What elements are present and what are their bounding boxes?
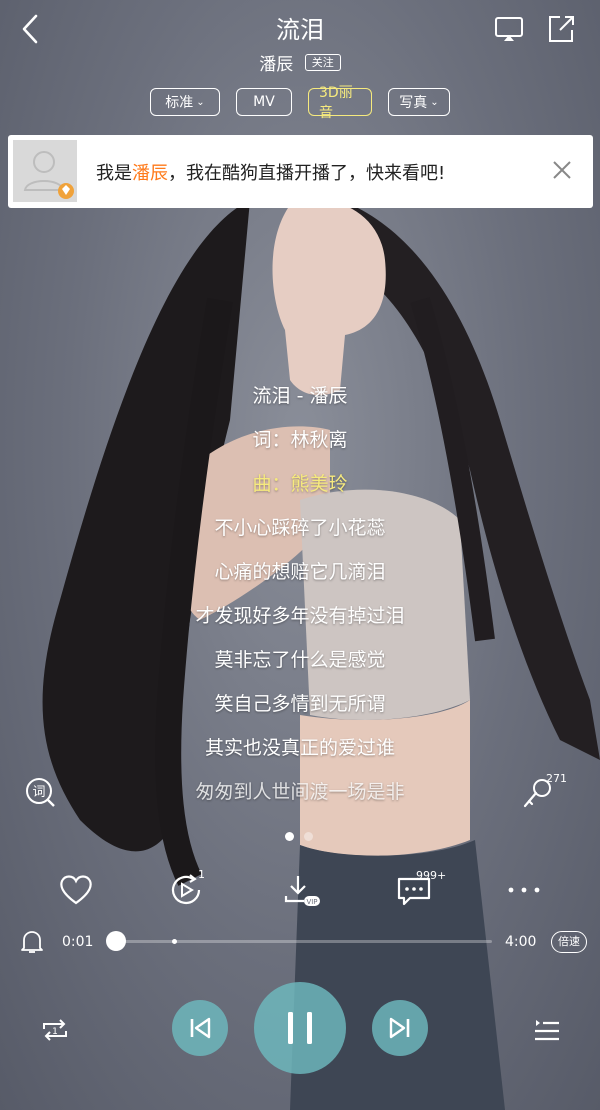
heart-icon (60, 875, 92, 905)
chevron-down-icon: ⌄ (430, 96, 439, 108)
banner-prefix: 我是 (96, 163, 132, 184)
quality-chips: 标准 ⌄ MV 3D丽音 写真 ⌄ (0, 85, 600, 121)
pause-button[interactable] (254, 982, 346, 1074)
3d-audio-chip[interactable]: 3D丽音 (308, 85, 372, 121)
lyric-line-active: 曲：熊美玲 (252, 473, 348, 495)
total-time: 4:00 (505, 934, 537, 950)
lyrics-glyph: 词 (32, 785, 45, 800)
chip-label: 标准 (165, 95, 194, 111)
chip-label: 写真 (399, 95, 428, 111)
lyric-line: 词：林秋离 (252, 429, 348, 451)
banner-message: 我是潘辰，我在酷狗直播开播了，快来看吧! (96, 159, 445, 185)
banner-close-button[interactable] (551, 159, 573, 181)
lyric-line: 流泪 - 潘辰 (252, 385, 348, 407)
default-user-icon (23, 151, 74, 199)
bell-icon (21, 931, 43, 953)
quality-standard-chip[interactable]: 标准 ⌄ (150, 88, 220, 116)
pause-icon (288, 1012, 312, 1044)
page-dot (304, 832, 313, 841)
playlist-button[interactable] (530, 1015, 564, 1045)
page-dot-active (285, 832, 294, 841)
chip-label: MV (253, 94, 275, 110)
download-vip-icon: VIP (284, 876, 320, 906)
photo-chip[interactable]: 写真 ⌄ (388, 88, 450, 116)
screen-cast-button[interactable] (494, 14, 524, 44)
mv-chip[interactable]: MV (236, 88, 292, 116)
lyric-line: 才发现好多年没有掉过泪 (195, 605, 405, 627)
previous-button[interactable] (172, 1000, 228, 1056)
current-time: 0:01 (62, 934, 94, 950)
video-count: 1 (198, 868, 205, 881)
close-icon (553, 161, 571, 179)
repeat-one-icon: 1 (43, 1019, 67, 1041)
lyric-line: 不小心踩碎了小花蕊 (214, 517, 386, 539)
page-indicator (280, 826, 318, 845)
artist-name[interactable]: 潘辰 (259, 55, 293, 75)
sleep-timer-button[interactable] (20, 929, 44, 955)
screen-cast-icon (495, 17, 523, 41)
share-external-icon (549, 16, 574, 42)
next-icon (389, 1017, 410, 1039)
share-button[interactable] (546, 14, 576, 44)
lyric-line: 笑自己多情到无所谓 (214, 693, 386, 715)
lyrics-search-icon: 词 (26, 778, 55, 807)
repeat-glyph: 1 (52, 1027, 58, 1037)
more-dots-icon (508, 887, 540, 893)
live-notification-banner[interactable]: 我是潘辰，我在酷狗直播开播了，快来看吧! (8, 135, 593, 208)
sing-count: 271 (546, 772, 567, 785)
banner-artist-highlight: 潘辰 (132, 163, 168, 184)
vip-tag: VIP (306, 898, 317, 906)
lyric-line: 匆匆到人世间渡一场是非 (195, 781, 405, 803)
playlist-icon (535, 1020, 559, 1041)
lyric-line: 心痛的想赔它几滴泪 (214, 561, 386, 583)
more-button[interactable] (504, 870, 544, 910)
next-button[interactable] (372, 1000, 428, 1056)
comment-count: 999+ (416, 869, 447, 882)
lyrics-tool-button[interactable]: 词 (24, 776, 56, 808)
like-button[interactable] (56, 870, 96, 910)
artist-row: 潘辰 关注 (0, 50, 600, 75)
repeat-mode-button[interactable]: 1 (38, 1015, 72, 1045)
banner-suffix: ，我在酷狗直播开播了，快来看吧! (168, 163, 446, 184)
avatar (13, 140, 77, 202)
download-button[interactable]: VIP (282, 870, 322, 910)
progress-track[interactable] (114, 940, 492, 943)
lyrics-panel[interactable]: 流泪 - 潘辰 词：林秋离曲：熊美玲不小心踩碎了小花蕊 心痛的想赔它几滴泪 才发现好多… (0, 378, 600, 818)
chevron-down-icon: ⌄ (196, 96, 205, 108)
follow-button[interactable]: 关注 (304, 54, 341, 71)
progress-knob[interactable] (105, 931, 126, 951)
lyric-line: 其实也没真正的爱过谁 (204, 737, 395, 759)
previous-icon (190, 1017, 211, 1039)
lyric-line: 莫非忘了什么是感觉 (214, 649, 386, 671)
chip-label: 3D丽音 (319, 85, 353, 121)
buffer-marker (172, 939, 177, 944)
playback-speed-button[interactable]: 倍速 (551, 931, 587, 953)
